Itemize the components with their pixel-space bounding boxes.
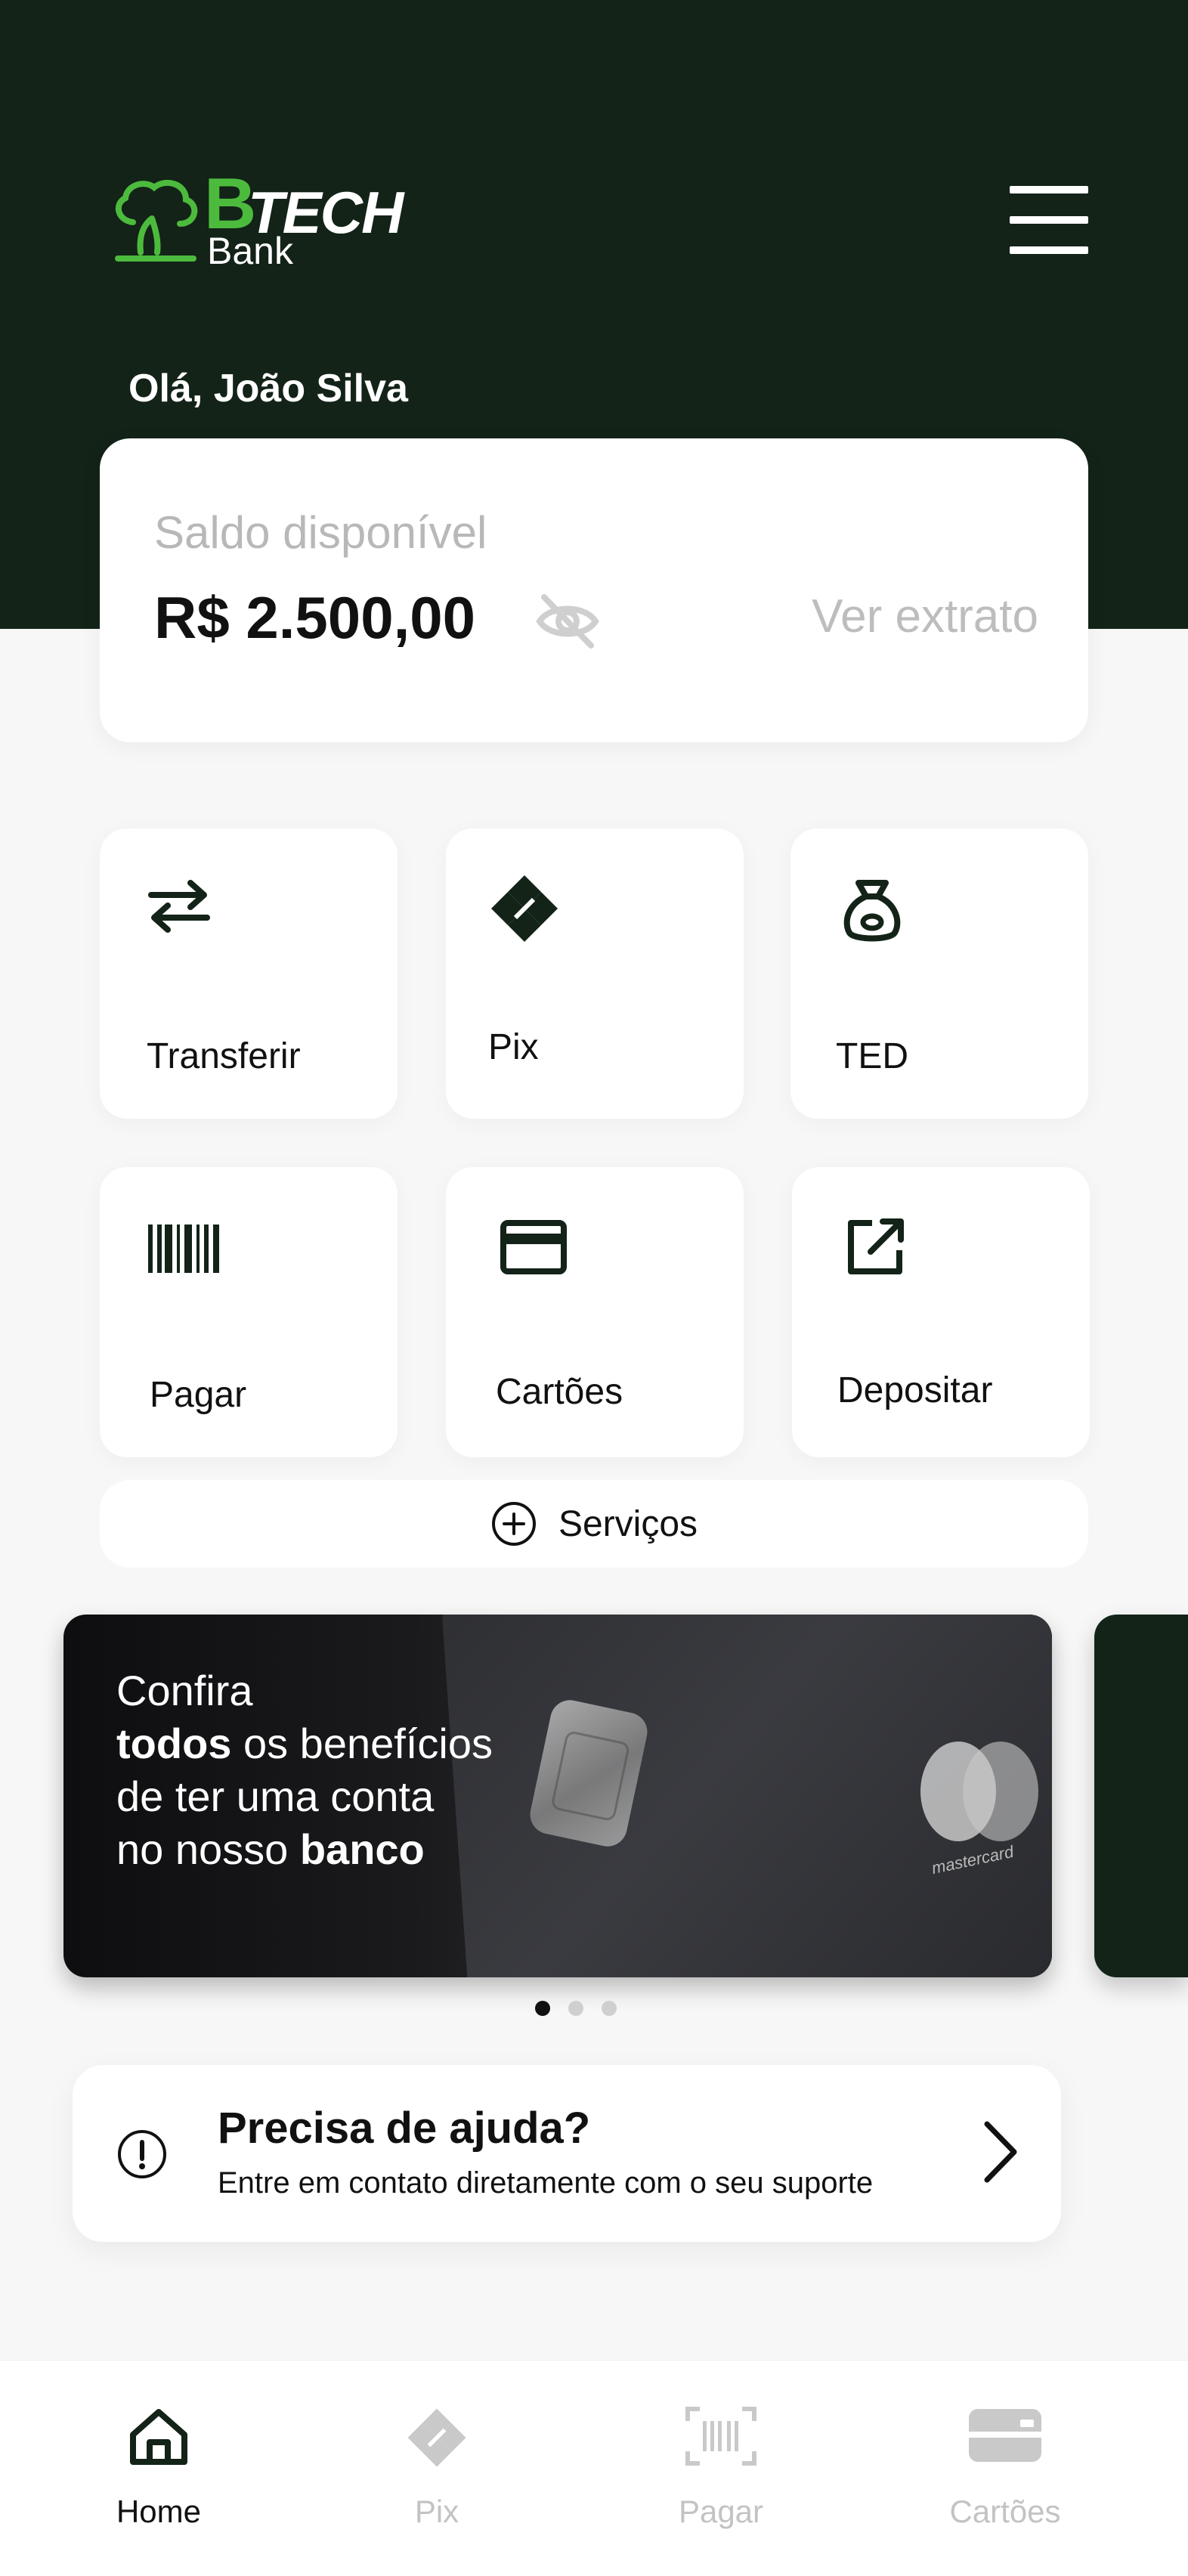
- nav-pix[interactable]: Pix: [323, 2406, 550, 2557]
- hamburger-menu-icon[interactable]: [1010, 186, 1088, 254]
- greeting-text: Olá, João Silva: [128, 367, 408, 410]
- promo-banner[interactable]: mastercard Confira todos os benefícios d…: [63, 1615, 1052, 1977]
- alert-circle-icon: [118, 2130, 166, 2178]
- logo-bank-text: Bank: [207, 230, 293, 272]
- money-bag-icon: [843, 880, 901, 942]
- banner-line-4: no nosso banco: [116, 1823, 493, 1876]
- pix-button[interactable]: Pix: [446, 828, 744, 1119]
- nav-pay-label: Pagar: [678, 2494, 764, 2529]
- banner-line-3: de ter uma conta: [116, 1773, 435, 1820]
- carousel-dots: [535, 2001, 617, 2016]
- balance-card: Saldo disponível R$ 2.500,00 Ver extrato: [100, 438, 1088, 742]
- balance-label: Saldo disponível: [154, 507, 487, 558]
- barcode-icon: [148, 1225, 219, 1273]
- banner-line-2-bold: todos: [116, 1720, 232, 1767]
- pix-label: Pix: [488, 1027, 539, 1067]
- home-icon: [130, 2409, 187, 2465]
- mastercard-logo-circle-right: [963, 1742, 1038, 1841]
- services-button[interactable]: Serviços: [100, 1480, 1088, 1568]
- pay-button[interactable]: Pagar: [100, 1167, 398, 1457]
- services-label: Serviços: [558, 1503, 698, 1544]
- banner-line-4-bold: banco: [299, 1825, 425, 1873]
- eye-off-icon[interactable]: [534, 591, 602, 652]
- pay-label: Pagar: [150, 1375, 247, 1415]
- barcode-scan-icon: [685, 2407, 756, 2466]
- bottom-navigation: Home Pix Pagar Cartões: [0, 2360, 1188, 2576]
- banner-line-1: Confira: [116, 1667, 253, 1714]
- next-banner-peek[interactable]: [1094, 1615, 1188, 1977]
- card-icon: [969, 2409, 1041, 2462]
- nav-cards[interactable]: Cartões: [892, 2406, 1118, 2557]
- banner-text: Confira todos os benefícios de ter uma c…: [116, 1664, 493, 1876]
- pix-icon: [407, 2408, 466, 2467]
- plus-circle-icon: [491, 1502, 536, 1546]
- transfer-button[interactable]: Transferir: [100, 828, 398, 1119]
- nav-pay[interactable]: Pagar: [608, 2406, 834, 2557]
- ted-button[interactable]: TED: [790, 828, 1088, 1119]
- chevron-right-icon: [984, 2121, 1017, 2183]
- help-card[interactable]: Precisa de ajuda? Entre em contato diret…: [73, 2065, 1061, 2242]
- banner-line-2-rest: os benefícios: [231, 1720, 493, 1767]
- banner-line-2: todos os benefícios: [116, 1717, 493, 1770]
- nav-pix-label: Pix: [414, 2494, 459, 2529]
- deposit-button[interactable]: Depositar: [792, 1167, 1090, 1457]
- transfer-label: Transferir: [147, 1036, 301, 1076]
- deposit-label: Depositar: [837, 1370, 993, 1410]
- help-title: Precisa de ajuda?: [218, 2104, 591, 2153]
- cards-button[interactable]: Cartões: [446, 1167, 744, 1457]
- nav-home-label: Home: [116, 2494, 202, 2529]
- btech-logo: B TECH Bank: [110, 168, 405, 272]
- banner-line-4-prefix: no nosso: [116, 1825, 300, 1873]
- tree-logo-icon: [115, 179, 198, 262]
- help-subtitle: Entre em contato diretamente com o seu s…: [218, 2166, 874, 2200]
- balance-value: R$ 2.500,00: [154, 584, 476, 651]
- view-statement-link[interactable]: Ver extrato: [812, 590, 1038, 643]
- cards-label: Cartões: [496, 1372, 623, 1412]
- nav-cards-label: Cartões: [949, 2494, 1061, 2529]
- transfer-arrows-icon: [148, 880, 210, 933]
- carousel-dot-3[interactable]: [602, 2001, 617, 2016]
- carousel-dot-1[interactable]: [535, 2001, 550, 2016]
- credit-card-icon: [500, 1220, 567, 1274]
- pix-icon: [491, 875, 558, 942]
- nav-home[interactable]: Home: [45, 2406, 272, 2557]
- ted-label: TED: [836, 1036, 908, 1076]
- external-link-icon: [848, 1218, 904, 1274]
- carousel-dot-2[interactable]: [568, 2001, 583, 2016]
